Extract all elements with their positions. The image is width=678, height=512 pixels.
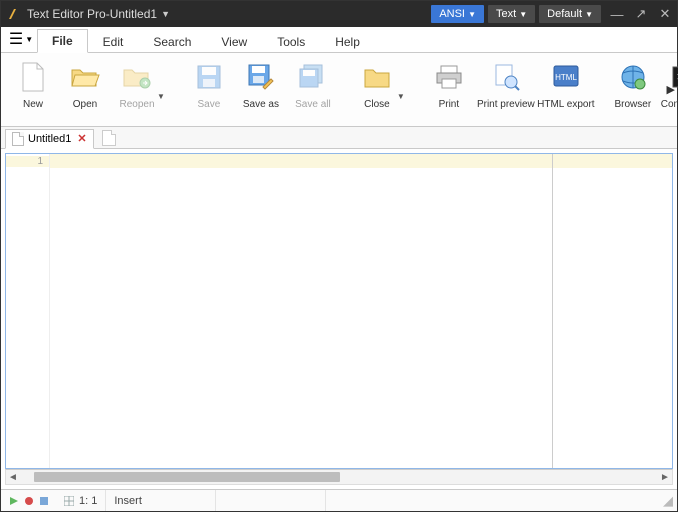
record-icon[interactable]	[24, 496, 34, 506]
save-all-label: Save all	[295, 99, 331, 110]
title-doc: Untitled1	[110, 7, 157, 21]
globe-icon	[617, 61, 649, 93]
title-app: Text Editor Pro	[27, 7, 106, 21]
new-label: New	[23, 99, 43, 110]
ribbon-group-print: Print Print preview HTML HTML export	[423, 57, 595, 124]
scroll-left-icon[interactable]: ◄	[6, 472, 20, 483]
line-number-gutter: 1	[6, 154, 50, 468]
theme-label: Default	[547, 8, 582, 20]
command-label: Command	[661, 99, 678, 110]
document-icon	[17, 61, 49, 93]
minimize-button[interactable]: —	[605, 7, 629, 22]
folder-arrow-icon	[121, 61, 153, 93]
document-tab-label: Untitled1	[28, 133, 71, 145]
format-label: Text	[496, 8, 516, 20]
ribbon-group-close: Close ▼	[351, 57, 411, 124]
save-label: Save	[198, 99, 221, 110]
editor: 1	[5, 153, 673, 469]
play-icon[interactable]	[9, 496, 19, 506]
html-export-label: HTML export	[537, 99, 594, 110]
app-icon	[7, 7, 21, 21]
ribbon-group-save: Save Save as Save all	[183, 57, 339, 124]
floppy-pen-icon	[245, 61, 277, 93]
hamburger-menu[interactable]: ☰▼	[7, 28, 35, 50]
save-as-button[interactable]: Save as	[235, 57, 287, 110]
close-tab-icon[interactable]: ✕	[77, 132, 86, 145]
save-as-label: Save as	[243, 99, 279, 110]
scroll-right-icon[interactable]: ►	[658, 472, 672, 483]
close-button[interactable]: Close	[351, 57, 403, 110]
stop-icon[interactable]	[39, 496, 49, 506]
theme-selector[interactable]: Default ▼	[539, 5, 601, 23]
print-label: Print	[439, 99, 460, 110]
browser-label: Browser	[615, 99, 652, 110]
status-empty-2	[326, 490, 663, 511]
printer-icon	[433, 61, 465, 93]
maximize-button[interactable]: ↗	[629, 6, 653, 22]
ribbon-group-file: New Open Reopen ▼	[7, 57, 171, 124]
line-number: 1	[6, 156, 49, 167]
app-window: Text Editor Pro - Untitled1 ▼ ANSI ▼ Tex…	[0, 0, 678, 512]
tab-tools[interactable]: Tools	[262, 30, 320, 53]
document-tab[interactable]: Untitled1 ✕	[5, 129, 94, 149]
save-button: Save	[183, 57, 235, 110]
horizontal-scrollbar[interactable]: ◄ ►	[5, 469, 673, 485]
svg-text:HTML: HTML	[555, 73, 577, 82]
reopen-button: Reopen	[111, 57, 163, 110]
close-label: Close	[364, 99, 390, 110]
tab-file[interactable]: File	[37, 29, 88, 53]
magnifier-page-icon	[490, 61, 522, 93]
print-button[interactable]: Print	[423, 57, 475, 110]
print-preview-button[interactable]: Print preview	[475, 57, 537, 110]
encoding-selector[interactable]: ANSI ▼	[431, 5, 484, 23]
print-preview-label: Print preview	[477, 99, 535, 110]
cursor-position: 1: 1	[79, 495, 97, 507]
new-button[interactable]: New	[7, 57, 59, 110]
reopen-label: Reopen	[119, 99, 154, 110]
close-window-button[interactable]: ✕	[653, 6, 677, 22]
status-empty-1	[216, 490, 326, 511]
floppy-icon	[193, 61, 225, 93]
browser-button[interactable]: Browser	[607, 57, 659, 110]
html-icon: HTML	[550, 61, 582, 93]
editor-container: 1 ◄ ►	[1, 149, 677, 489]
title-bar: Text Editor Pro - Untitled1 ▼ ANSI ▼ Tex…	[1, 1, 677, 27]
menu-bar: ☰▼ File Edit Search View Tools Help	[1, 27, 677, 53]
html-export-button[interactable]: HTML HTML export	[537, 57, 595, 110]
save-all-button: Save all	[287, 57, 339, 110]
insert-mode-label: Insert	[114, 495, 142, 507]
document-icon-small	[12, 132, 24, 146]
scroll-track[interactable]	[20, 472, 658, 482]
title-dropdown-icon[interactable]: ▼	[161, 9, 170, 19]
folder-open-icon	[69, 61, 101, 93]
current-line-highlight	[50, 154, 672, 168]
tab-help[interactable]: Help	[320, 30, 375, 53]
folder-icon	[361, 61, 393, 93]
encoding-label: ANSI	[439, 8, 465, 20]
cursor-position-icon	[64, 496, 74, 506]
status-bar: 1: 1 Insert ◢	[1, 489, 677, 511]
text-area[interactable]	[50, 154, 672, 468]
document-tab-strip: Untitled1 ✕	[1, 127, 677, 149]
ribbon-overflow-icon[interactable]: ▶	[667, 83, 675, 96]
floppy-stack-icon	[297, 61, 329, 93]
open-button[interactable]: Open	[59, 57, 111, 110]
resize-grip-icon[interactable]: ◢	[663, 493, 677, 509]
tab-search[interactable]: Search	[138, 30, 206, 53]
insert-mode-segment[interactable]: Insert	[106, 490, 216, 511]
new-document-tab[interactable]	[102, 130, 116, 146]
scroll-thumb[interactable]	[34, 472, 340, 482]
tab-edit[interactable]: Edit	[88, 30, 139, 53]
close-dropdown[interactable]: ▼	[397, 80, 405, 101]
macro-controls	[1, 490, 56, 511]
position-segment: 1: 1	[56, 490, 106, 511]
format-selector[interactable]: Text ▼	[488, 5, 535, 23]
open-label: Open	[73, 99, 97, 110]
ribbon: New Open Reopen ▼ Save Save as	[1, 53, 677, 127]
right-margin-line	[552, 154, 553, 468]
tab-view[interactable]: View	[206, 30, 262, 53]
